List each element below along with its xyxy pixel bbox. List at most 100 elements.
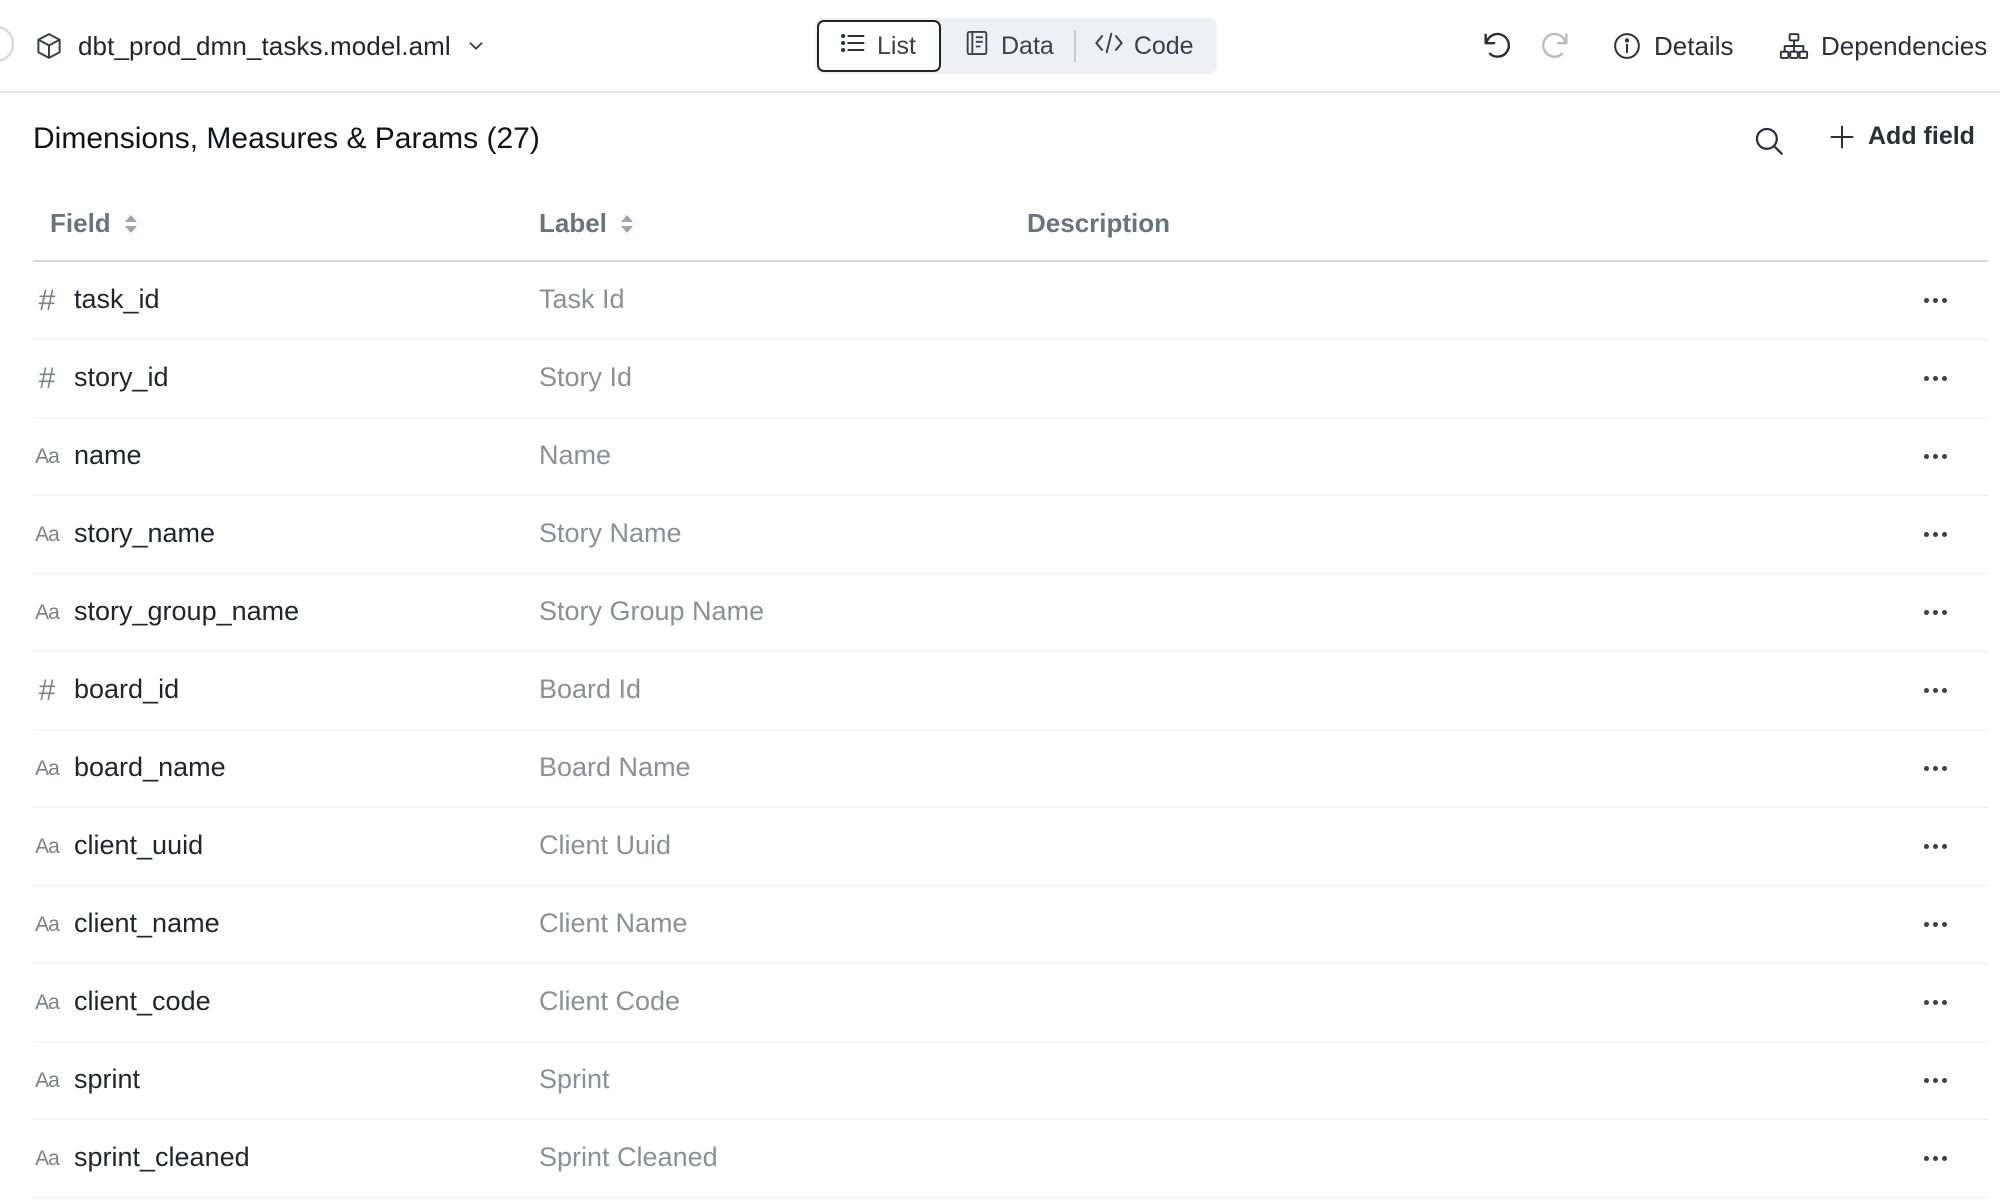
table-row[interactable]: Aa sprint Sprint (33, 1042, 1988, 1120)
more-options-button[interactable] (1915, 522, 1955, 546)
text-type-icon: Aa (35, 1147, 60, 1170)
redo-button[interactable] (1538, 29, 1572, 63)
field-name[interactable]: sprint_cleaned (74, 1142, 250, 1173)
text-type-icon: Aa (35, 913, 60, 936)
field-label: Sprint (539, 1064, 610, 1094)
segment-divider (1073, 30, 1076, 62)
tab-code-label: Code (1133, 31, 1194, 60)
ellipsis-icon (1923, 843, 1947, 849)
table-row[interactable]: Aa sprint_cleaned Sprint Cleaned (33, 1120, 1988, 1198)
more-options-button[interactable] (1915, 288, 1955, 312)
hierarchy-icon (1779, 33, 1809, 59)
more-options-button[interactable] (1915, 1068, 1955, 1092)
more-options-button[interactable] (1915, 1146, 1955, 1170)
field-name[interactable]: story_name (74, 518, 215, 549)
field-label: Client Name (539, 908, 688, 938)
field-label: Client Code (539, 986, 681, 1016)
model-selector[interactable]: dbt_prod_dmn_tasks.model.aml (34, 26, 487, 66)
plus-icon (1830, 125, 1854, 148)
top-toolbar: dbt_prod_dmn_tasks.model.aml List Data C… (0, 0, 2000, 93)
table-row[interactable]: Aa board_name Board Name (33, 730, 1988, 808)
chevron-down-icon (465, 35, 487, 57)
column-header-field[interactable]: Field (50, 208, 139, 239)
field-name[interactable]: client_name (74, 908, 220, 939)
table-row[interactable]: Aa name Name (33, 418, 1988, 496)
field-label: Board Name (539, 752, 691, 782)
add-field-label: Add field (1868, 122, 1975, 150)
table-row[interactable]: # story_id Story Id (33, 340, 1988, 418)
number-type-icon: # (38, 674, 56, 707)
more-options-button[interactable] (1915, 678, 1955, 702)
field-name[interactable]: board_id (74, 674, 179, 705)
table-row[interactable]: # task_id Task Id (33, 262, 1988, 340)
undo-button[interactable] (1480, 29, 1514, 63)
field-name[interactable]: story_group_name (74, 596, 299, 627)
panel-toggle-button[interactable] (0, 26, 14, 62)
list-icon (839, 29, 867, 64)
sort-icon (620, 214, 633, 233)
ellipsis-icon (1923, 921, 1947, 927)
table-row[interactable]: Aa story_name Story Name (33, 496, 1988, 574)
details-label: Details (1654, 30, 1734, 61)
table-row[interactable]: Aa story_group_name Story Group Name (33, 574, 1988, 652)
dependencies-button[interactable]: Dependencies (1779, 31, 1987, 62)
more-options-button[interactable] (1915, 600, 1955, 624)
data-book-icon (963, 29, 991, 64)
ellipsis-icon (1923, 297, 1947, 303)
search-button[interactable] (1752, 124, 1786, 158)
column-header-field-label: Field (50, 208, 111, 238)
table-row[interactable]: Aa client_name Client Name (33, 886, 1988, 964)
ellipsis-icon (1923, 999, 1947, 1005)
tab-list-label: List (877, 31, 916, 60)
more-options-button[interactable] (1915, 990, 1955, 1014)
model-name: dbt_prod_dmn_tasks.model.aml (78, 30, 451, 61)
ellipsis-icon (1923, 1155, 1947, 1161)
details-button[interactable]: Details (1612, 31, 1733, 62)
more-options-button[interactable] (1915, 756, 1955, 780)
more-options-button[interactable] (1915, 444, 1955, 468)
view-switcher: List Data Code (815, 18, 1217, 74)
sort-icon (124, 214, 137, 233)
text-type-icon: Aa (35, 835, 60, 858)
table-row[interactable]: Aa client_uuid Client Uuid (33, 808, 1988, 886)
field-label: Task Id (539, 284, 625, 314)
info-icon (1614, 33, 1640, 59)
undo-icon (1484, 32, 1510, 58)
ellipsis-icon (1923, 687, 1947, 693)
tab-list[interactable]: List (817, 20, 941, 72)
field-label: Story Group Name (539, 596, 765, 626)
field-name[interactable]: board_name (74, 752, 226, 783)
tab-data-label: Data (1001, 31, 1054, 60)
field-name[interactable]: task_id (74, 284, 160, 315)
fields-table-header: Field Label Description (33, 196, 1988, 262)
column-header-label-label: Label (539, 208, 607, 238)
column-header-description: Description (1027, 208, 1170, 239)
text-type-icon: Aa (35, 757, 60, 780)
field-label: Board Id (539, 674, 642, 704)
text-type-icon: Aa (35, 1069, 60, 1092)
fields-table-body: # task_id Task Id # story_id Story Id Aa name Na… (33, 262, 1988, 1198)
field-name[interactable]: story_id (74, 362, 169, 393)
table-row[interactable]: # board_id Board Id (33, 652, 1988, 730)
text-type-icon: Aa (35, 601, 60, 624)
tab-data[interactable]: Data (963, 20, 1054, 72)
ellipsis-icon (1923, 609, 1947, 615)
ellipsis-icon (1923, 1077, 1947, 1083)
column-header-description-label: Description (1027, 208, 1171, 238)
ellipsis-icon (1923, 531, 1947, 537)
table-row[interactable]: Aa client_code Client Code (33, 964, 1988, 1042)
ellipsis-icon (1923, 375, 1947, 381)
more-options-button[interactable] (1915, 834, 1955, 858)
more-options-button[interactable] (1915, 912, 1955, 936)
ellipsis-icon (1923, 765, 1947, 771)
number-type-icon: # (38, 284, 56, 317)
add-field-button[interactable]: Add field (1828, 122, 1975, 151)
field-name[interactable]: sprint (74, 1064, 140, 1095)
field-name[interactable]: client_code (74, 986, 211, 1017)
field-name[interactable]: name (74, 440, 142, 471)
field-label: Client Uuid (539, 830, 672, 860)
column-header-label[interactable]: Label (539, 208, 635, 239)
tab-code[interactable]: Code (1094, 20, 1194, 72)
more-options-button[interactable] (1915, 366, 1955, 390)
field-name[interactable]: client_uuid (74, 830, 203, 861)
